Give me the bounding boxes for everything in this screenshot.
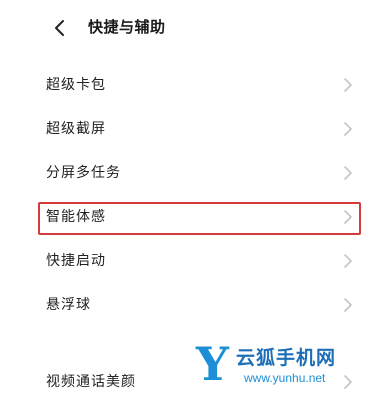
list-item-super-card-pack[interactable]: 超级卡包	[0, 63, 373, 107]
watermark-url: www.yunhu.net	[244, 371, 326, 385]
header: 快捷与辅助	[0, 0, 373, 56]
watermark: Y 云狐手机网 www.yunhu.net	[196, 338, 366, 390]
watermark-site-name: 云狐手机网	[236, 347, 337, 369]
chevron-right-icon	[344, 254, 352, 268]
list-item-label: 视频通话美颜	[46, 374, 136, 390]
list-item-floating-ball[interactable]: 悬浮球	[0, 283, 373, 327]
chevron-right-icon	[344, 122, 352, 136]
list-item-label: 快捷启动	[46, 253, 106, 269]
chevron-right-icon	[344, 78, 352, 92]
chevron-right-icon	[344, 166, 352, 180]
list-item-split-screen[interactable]: 分屏多任务	[0, 151, 373, 195]
list-item-label: 悬浮球	[46, 297, 91, 313]
list-item-quick-launch[interactable]: 快捷启动	[0, 239, 373, 283]
chevron-right-icon	[344, 298, 352, 312]
list-item-label: 分屏多任务	[46, 165, 121, 181]
watermark-logo-letter: Y	[196, 337, 229, 391]
list-item-smart-motion[interactable]: 智能体感	[0, 195, 373, 239]
chevron-right-icon	[344, 210, 352, 224]
list-item-label: 智能体感	[46, 209, 106, 225]
back-button[interactable]	[48, 17, 70, 39]
list-item-label: 超级截屏	[46, 121, 106, 137]
list-item-label: 超级卡包	[46, 77, 106, 93]
list-item-super-screenshot[interactable]: 超级截屏	[0, 107, 373, 151]
page-title: 快捷与辅助	[88, 18, 166, 36]
chevron-left-icon	[55, 20, 64, 36]
